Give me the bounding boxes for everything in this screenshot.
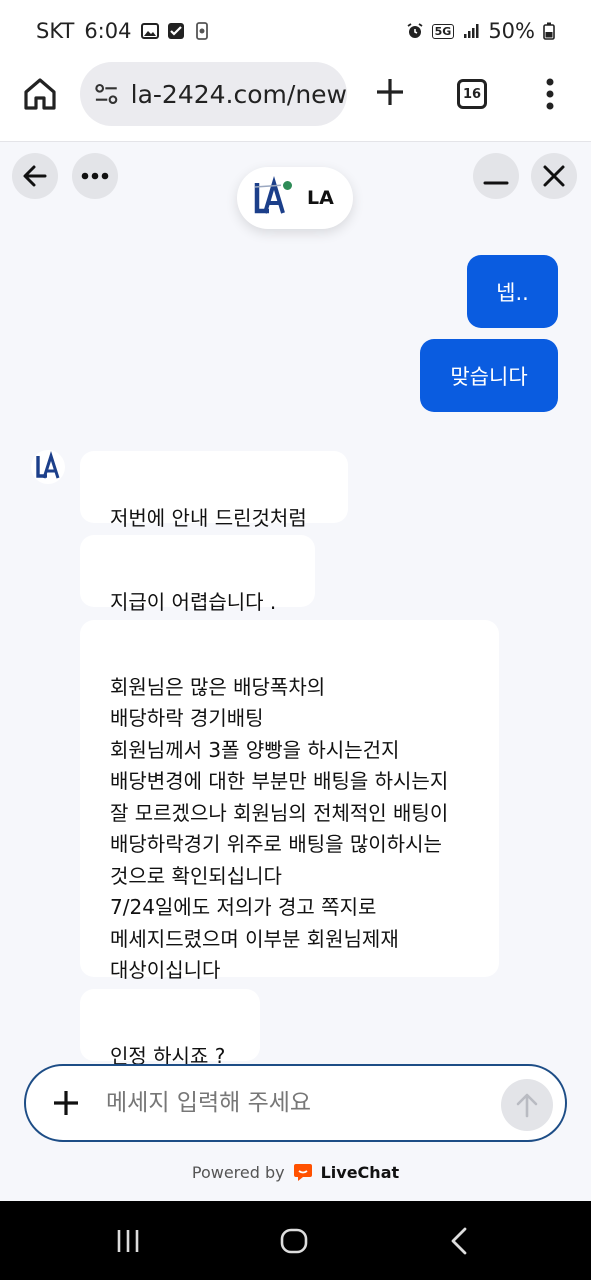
minimize-icon <box>483 181 509 185</box>
arrow-left-icon <box>23 165 47 187</box>
battery-icon <box>543 22 555 40</box>
status-left: SKT 6:04 <box>36 19 211 43</box>
back-button[interactable] <box>12 153 58 199</box>
network-type: 5G <box>431 23 455 39</box>
arrow-up-icon <box>516 1093 538 1118</box>
more-menu-icon[interactable] <box>538 76 562 112</box>
status-right: 5G 50% <box>406 19 555 43</box>
status-bar: SKT 6:04 5G 50% <box>0 0 591 62</box>
recent-apps-icon[interactable] <box>112 1225 144 1257</box>
livechat-logo-icon <box>293 1164 312 1181</box>
alarm-icon <box>407 23 423 38</box>
message-input[interactable] <box>106 1090 486 1116</box>
battery-percent: 50% <box>488 19 535 43</box>
carrier-label: SKT <box>36 19 75 43</box>
attach-button[interactable] <box>46 1083 86 1123</box>
online-status-dot <box>281 179 294 192</box>
checkbox-icon <box>168 23 185 39</box>
url-text: la-2424.com/new <box>130 79 347 109</box>
tab-count: 16 <box>462 86 482 102</box>
message-text: 맞습니다 <box>450 364 528 389</box>
minimize-button[interactable] <box>473 153 519 199</box>
clock: 6:04 <box>84 19 132 43</box>
agent-header: LA <box>237 167 353 229</box>
chat-window: LA 넵.. 맞습니다 저번에 안내 드린것처럼 지급이 어렵습니다 . 회원님… <box>0 143 591 1201</box>
agent-message: 인정 하시죠 ? <box>80 989 260 1068</box>
new-tab-icon[interactable] <box>372 74 408 110</box>
message-text: 넵.. <box>496 280 529 305</box>
system-navigation-bar <box>0 1201 591 1280</box>
agent-avatar <box>245 173 295 223</box>
agent-message: 지급이 어렵습니다 . <box>80 535 315 614</box>
user-message: 넵.. <box>467 255 558 328</box>
message-text: 지급이 어렵습니다 . <box>110 589 277 614</box>
plus-icon <box>54 1091 78 1115</box>
notification-icons <box>141 22 211 40</box>
more-options-button[interactable] <box>72 153 118 199</box>
send-button[interactable] <box>501 1079 553 1131</box>
tab-switcher-button[interactable]: 16 <box>457 79 487 109</box>
ellipsis-icon <box>81 172 109 180</box>
home-icon[interactable] <box>22 76 58 112</box>
close-icon <box>543 165 565 187</box>
powered-by-footer: Powered by LiveChat <box>0 1159 591 1185</box>
agent-message: 저번에 안내 드린것처럼 <box>80 451 348 530</box>
address-bar[interactable]: la-2424.com/new <box>80 62 347 126</box>
agent-name: LA <box>307 187 334 209</box>
agent-message: 회원님은 많은 배당폭차의 배당하락 경기배팅 회원님께서 3폴 양빵을 하시는… <box>80 620 499 982</box>
livechat-brand[interactable]: LiveChat <box>321 1163 400 1182</box>
gallery-icon <box>141 23 160 39</box>
agent-message-avatar <box>31 450 65 484</box>
message-text: 저번에 안내 드린것처럼 <box>110 505 307 530</box>
close-button[interactable] <box>531 153 577 199</box>
signal-icon <box>464 24 479 38</box>
back-nav-icon[interactable] <box>444 1225 476 1257</box>
message-composer <box>24 1064 567 1142</box>
app-notification-icon <box>196 22 209 40</box>
message-text: 회원님은 많은 배당폭차의 배당하락 경기배팅 회원님께서 3폴 양빵을 하시는… <box>110 674 449 983</box>
powered-by-text: Powered by <box>191 1162 285 1182</box>
browser-toolbar: la-2424.com/new 16 <box>0 62 591 142</box>
site-settings-icon[interactable] <box>94 81 119 107</box>
user-message: 맞습니다 <box>420 339 558 412</box>
home-nav-icon[interactable] <box>278 1225 310 1257</box>
